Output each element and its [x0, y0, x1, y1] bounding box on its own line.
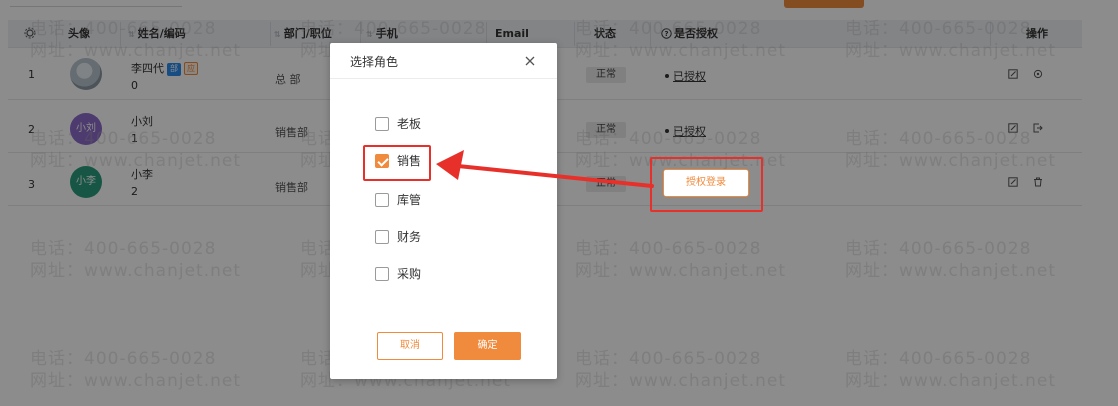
annotation-arrow-icon	[436, 150, 654, 188]
